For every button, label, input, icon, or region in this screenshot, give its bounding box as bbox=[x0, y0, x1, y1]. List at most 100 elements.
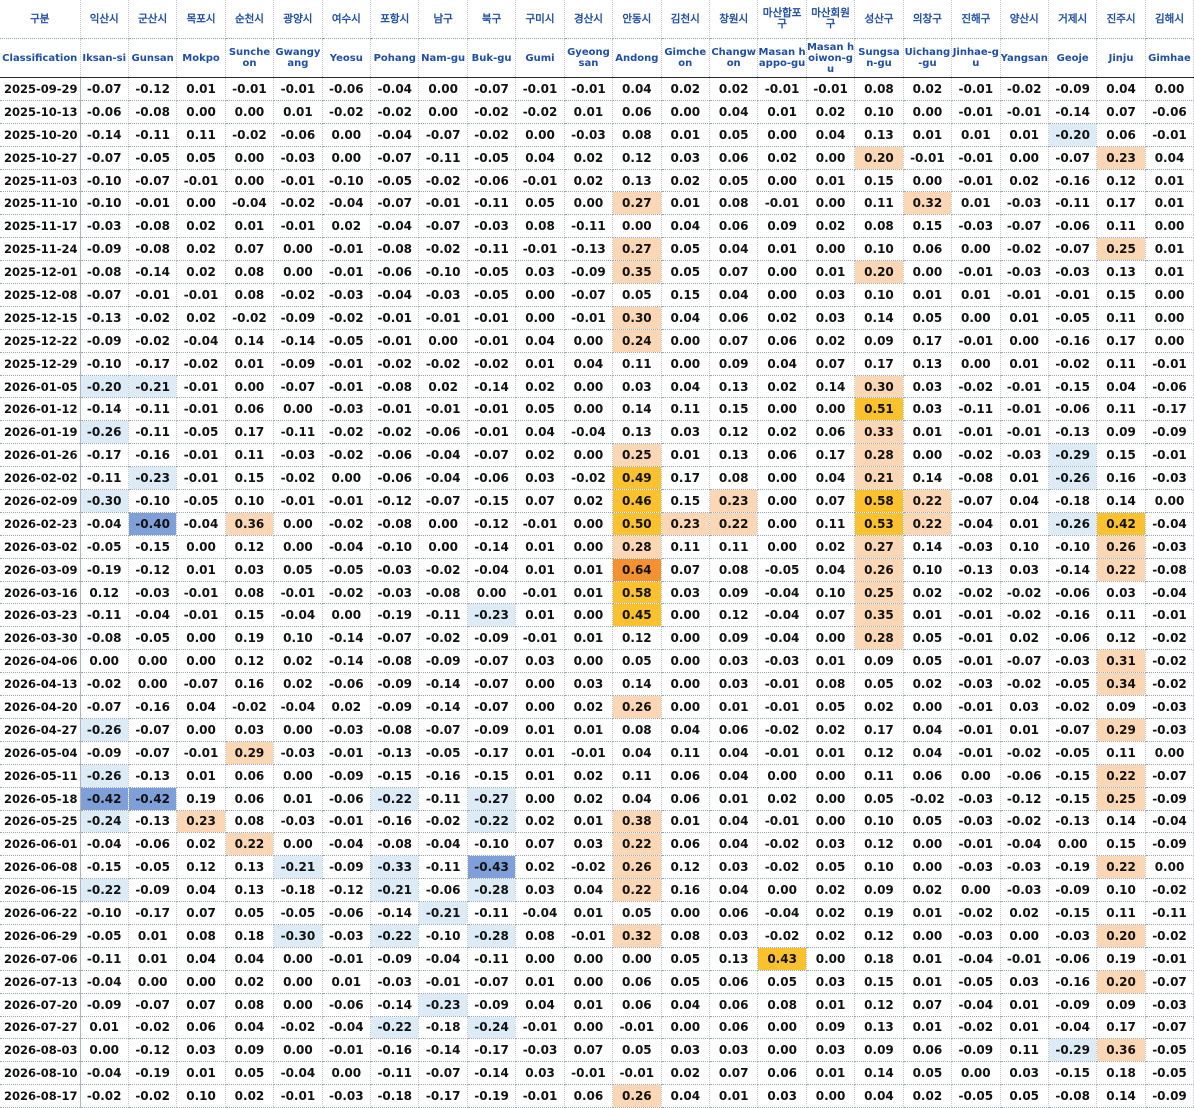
value-cell: -0.13 bbox=[1048, 810, 1098, 834]
value-cell: -0.04 bbox=[370, 283, 420, 307]
value-cell: 0.12 bbox=[1096, 626, 1146, 651]
value-cell: -0.16 bbox=[128, 695, 178, 719]
value-cell: -0.04 bbox=[418, 443, 468, 468]
value-cell: -0.05 bbox=[951, 1084, 1001, 1108]
value-cell: -0.22 bbox=[467, 810, 517, 834]
value-cell: 0.01 bbox=[564, 993, 614, 1017]
value-cell: -0.01 bbox=[515, 512, 565, 536]
value-cell: -0.18 bbox=[370, 1084, 420, 1108]
value-cell: 0.03 bbox=[709, 1038, 759, 1063]
value-cell: 0.04 bbox=[757, 352, 807, 376]
value-cell: 0.13 bbox=[854, 1016, 904, 1040]
value-cell: -0.11 bbox=[128, 420, 178, 445]
value-cell: -0.02 bbox=[1000, 77, 1049, 101]
column-header-en: Gimhae bbox=[1145, 38, 1194, 78]
value-cell: 0.00 bbox=[661, 901, 710, 925]
value-cell: 0.01 bbox=[515, 718, 565, 742]
value-cell: 0.11 bbox=[1096, 397, 1146, 422]
value-cell: -0.06 bbox=[322, 672, 372, 697]
column-header-ko: 진해구 bbox=[951, 0, 1001, 39]
table-row: 2025-09-29 -0.07 -0.12 0.01 -0.01 -0.01 -0.06-… bbox=[0, 77, 1194, 101]
value-cell: 0.02 bbox=[515, 443, 565, 468]
value-cell: -0.18 bbox=[273, 878, 323, 903]
value-cell: 0.02 bbox=[757, 146, 807, 170]
value-cell: -0.03 bbox=[1000, 191, 1049, 216]
value-cell: -0.04 bbox=[418, 947, 468, 971]
value-cell: -0.01 bbox=[951, 649, 1001, 674]
value-cell: -0.02 bbox=[1145, 924, 1194, 948]
value-cell: 0.06 bbox=[903, 237, 953, 262]
value-cell: -0.09 bbox=[370, 947, 420, 971]
value-cell: 0.31 bbox=[1096, 649, 1146, 674]
value-cell: -0.07 bbox=[128, 169, 178, 193]
value-cell: -0.03 bbox=[1000, 443, 1049, 468]
value-cell: 0.04 bbox=[661, 718, 710, 742]
value-cell: 0.07 bbox=[225, 237, 275, 262]
value-cell: -0.01 bbox=[951, 695, 1001, 719]
value-cell: 0.64 bbox=[612, 558, 662, 582]
value-cell: 0.13 bbox=[225, 878, 275, 903]
value-cell: 0.02 bbox=[1000, 169, 1049, 193]
value-cell: -0.07 bbox=[80, 77, 129, 101]
price-change-table-container: 구분 익산시 군산시 목포시 순천시 광양시 여수시 포항시 남구 북구 구미시 경산시 안동시 김천시… bbox=[0, 0, 1194, 1108]
value-cell: -0.04 bbox=[176, 329, 226, 353]
value-cell: -0.01 bbox=[418, 970, 468, 994]
value-cell: 0.27 bbox=[854, 535, 904, 559]
value-cell: -0.24 bbox=[467, 1016, 517, 1040]
value-cell: -0.01 bbox=[806, 77, 856, 101]
value-cell: 0.00 bbox=[515, 787, 565, 811]
value-cell: 0.01 bbox=[806, 649, 856, 674]
value-cell: 0.03 bbox=[176, 1038, 226, 1063]
value-cell: -0.12 bbox=[128, 1038, 178, 1063]
value-cell: 0.38 bbox=[612, 810, 662, 834]
value-cell: 0.20 bbox=[854, 260, 904, 285]
value-cell: -0.02 bbox=[1000, 810, 1049, 834]
value-cell: -0.01 bbox=[1048, 283, 1098, 307]
value-cell: 0.10 bbox=[176, 1084, 226, 1108]
value-cell: 0.08 bbox=[709, 558, 759, 582]
value-cell: -0.14 bbox=[370, 901, 420, 925]
value-cell: 0.00 bbox=[1145, 283, 1194, 307]
value-cell: 0.00 bbox=[564, 375, 614, 399]
value-cell: -0.10 bbox=[1048, 535, 1098, 559]
value-cell: 0.00 bbox=[757, 512, 807, 536]
value-cell: 0.05 bbox=[661, 947, 710, 971]
value-cell: -0.01 bbox=[176, 375, 226, 399]
value-cell: -0.07 bbox=[1000, 214, 1049, 239]
value-cell: -0.07 bbox=[370, 146, 420, 170]
value-cell: -0.08 bbox=[951, 466, 1001, 491]
value-cell: 0.25 bbox=[1096, 237, 1146, 262]
value-cell: 0.02 bbox=[176, 832, 226, 857]
value-cell: -0.04 bbox=[757, 626, 807, 651]
row-date: 2026-05-25 bbox=[0, 810, 81, 834]
column-header-ko: 군산시 bbox=[128, 0, 178, 39]
value-cell: -0.01 bbox=[176, 603, 226, 628]
value-cell: -0.11 bbox=[80, 947, 129, 971]
value-cell: 0.00 bbox=[176, 970, 226, 994]
value-cell: -0.04 bbox=[951, 512, 1001, 536]
value-cell: 0.13 bbox=[709, 443, 759, 468]
value-cell: 0.03 bbox=[515, 649, 565, 674]
value-cell: 0.49 bbox=[612, 466, 662, 491]
value-cell: -0.10 bbox=[467, 832, 517, 857]
value-cell: -0.08 bbox=[1145, 558, 1194, 582]
value-cell: -0.11 bbox=[467, 191, 517, 216]
value-cell: 0.02 bbox=[564, 146, 614, 170]
value-cell: -0.01 bbox=[564, 1061, 614, 1086]
value-cell: -0.09 bbox=[1048, 878, 1098, 903]
value-cell: -0.13 bbox=[128, 810, 178, 834]
value-cell: 0.23 bbox=[1096, 146, 1146, 170]
value-cell: 0.00 bbox=[322, 603, 372, 628]
value-cell: -0.15 bbox=[1048, 375, 1098, 399]
value-cell: 0.00 bbox=[1145, 329, 1194, 353]
value-cell: 0.26 bbox=[612, 855, 662, 880]
value-cell: -0.14 bbox=[273, 329, 323, 353]
value-cell: -0.17 bbox=[80, 443, 129, 468]
value-cell: -0.16 bbox=[370, 1038, 420, 1063]
value-cell: 0.17 bbox=[1096, 1016, 1146, 1040]
value-cell: 0.03 bbox=[1000, 695, 1049, 719]
value-cell: -0.17 bbox=[128, 352, 178, 376]
value-cell: -0.01 bbox=[1145, 603, 1194, 628]
value-cell: 0.00 bbox=[951, 237, 1001, 262]
value-cell: -0.16 bbox=[1048, 603, 1098, 628]
